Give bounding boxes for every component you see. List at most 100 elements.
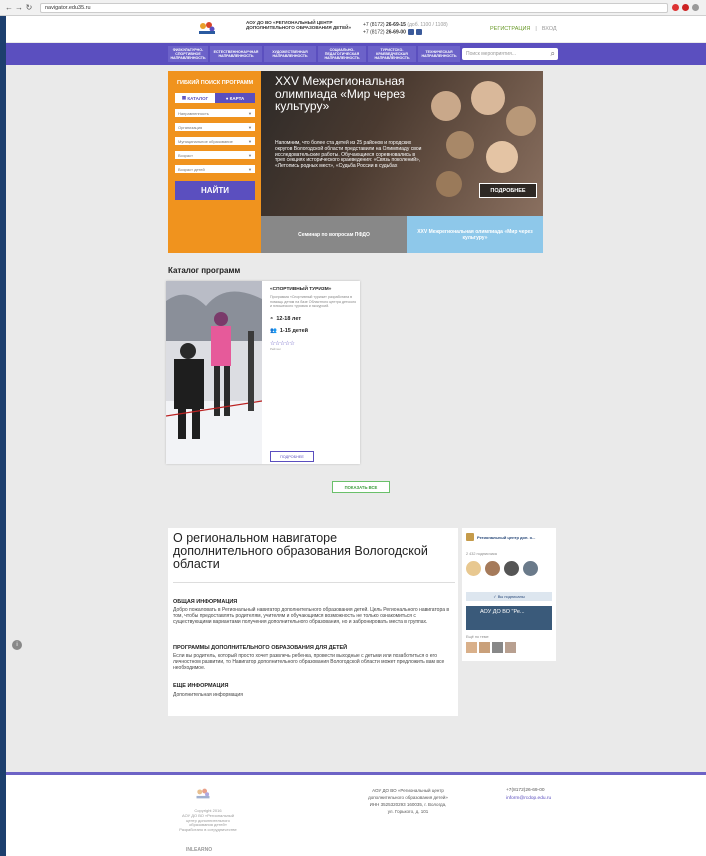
extensions: [672, 4, 699, 11]
footer-phone: +7(8172)26-69-00: [506, 788, 545, 793]
chevron-down-icon: ▼: [248, 110, 252, 116]
section-heading: ОБЩАЯ ИНФОРМАЦИЯ: [173, 599, 238, 605]
select-direction[interactable]: Направленность ▼: [175, 109, 255, 117]
browser-toolbar: ← → ↻ navigator.edu35.ru: [0, 0, 706, 16]
select-label: Организация: [178, 124, 203, 130]
copyright-org: АОУ ДО ВО «Региональный центр дополнител…: [182, 812, 234, 828]
about-title: О региональном навигаторе дополнительног…: [173, 531, 428, 571]
divider: [173, 582, 455, 583]
photo-person: [471, 81, 505, 115]
find-button[interactable]: НАЙТИ: [175, 181, 255, 200]
filter-panel: ГИБКИЙ ПОИСК ПРОГРАММ ▦ КАТАЛОГ ● КАРТА …: [168, 71, 262, 253]
avatar[interactable]: [466, 561, 481, 576]
select-municipality[interactable]: Муниципальное образование ▼: [175, 137, 255, 145]
banner-more-button[interactable]: ПОДРОБНЕЕ: [479, 183, 537, 198]
photo-person: [486, 141, 518, 173]
menu-item-social[interactable]: СОЦИАЛЬНО-ПЕДАГОГИЧЕСКАЯ НАПРАВЛЕННОСТЬ: [318, 46, 366, 62]
banner-tab-olympiad[interactable]: XXV Межрегиональная олимпиада «Мир через…: [407, 216, 543, 253]
avatar[interactable]: [504, 561, 519, 576]
program-card[interactable]: «СПОРТИВНЫЙ ТУРИЗМ» Программа «Спортивны…: [166, 281, 360, 464]
photo-person: [431, 91, 461, 121]
footer-email[interactable]: inform@rcdop.edu.ru: [506, 795, 551, 803]
thumb[interactable]: [505, 642, 516, 653]
menu-item-tourism[interactable]: ТУРИСТСКО-КРАЕВЕДЧЕСКАЯ НАПРАВЛЕННОСТЬ: [368, 46, 416, 62]
search-placeholder: Поиск мероприятия...: [466, 51, 516, 57]
developer-logo[interactable]: INLEARNO: [186, 847, 212, 853]
thumb[interactable]: [479, 642, 490, 653]
avatar[interactable]: [523, 561, 538, 576]
facebook-icon[interactable]: [415, 29, 422, 35]
program-photo: [166, 281, 262, 464]
page: АОУ ДО ВО «РЕГИОНАЛЬНЫЙ ЦЕНТР ДОПОЛНИТЕЛ…: [6, 16, 706, 856]
widget-subscribers: 2 432 подписчика: [466, 552, 497, 556]
chevron-down-icon: ▼: [248, 124, 252, 130]
section-text: Добро пожаловать в Региональный навигато…: [173, 607, 450, 625]
site-logo[interactable]: [196, 20, 218, 36]
info-icon[interactable]: i: [12, 640, 22, 650]
select-age[interactable]: Возраст ▼: [175, 151, 255, 159]
section-heading: ПРОГРАММЫ ДОПОЛНИТЕЛЬНОГО ОБРАЗОВАНИЯ ДЛ…: [173, 645, 348, 651]
rating-label: Рейтинг: [270, 346, 282, 351]
thumb[interactable]: [466, 642, 477, 653]
banner-text: Напомним, что более ста детей из 25 райо…: [275, 140, 422, 170]
menu-item-technical[interactable]: ТЕХНИЧЕСКАЯ НАПРАВЛЕННОСТЬ: [418, 46, 460, 62]
extension-icon[interactable]: [672, 4, 679, 11]
widget-header[interactable]: Региональный центр доп. о...: [466, 533, 535, 541]
select-label: Муниципальное образование: [178, 138, 233, 144]
forward-icon[interactable]: →: [14, 3, 24, 13]
rating-stars[interactable]: ☆☆☆☆☆: [270, 340, 358, 347]
search-input[interactable]: Поиск мероприятия... ⌕: [462, 48, 558, 60]
thumb[interactable]: [492, 642, 503, 653]
catalog-heading: Каталог программ: [168, 266, 241, 275]
back-icon[interactable]: ←: [4, 3, 14, 13]
menu-item-art[interactable]: ХУДОЖЕСТВЕННАЯ НАПРАВЛЕННОСТЬ: [264, 46, 316, 62]
banner-tab-seminar[interactable]: Семинар по вопросам ПФДО: [261, 216, 407, 253]
url-text: navigator.edu35.ru: [45, 4, 91, 11]
reload-icon[interactable]: ↻: [24, 3, 34, 13]
menu-icon[interactable]: [692, 4, 699, 11]
select-label: Возраст детей: [178, 166, 205, 172]
subscribe-button[interactable]: ✓ Вы подписаны: [466, 592, 552, 601]
about-section: О региональном навигаторе дополнительног…: [168, 528, 458, 716]
photo-person: [446, 131, 474, 159]
extension-icon[interactable]: [682, 4, 689, 11]
footer-contacts: +7(8172)26-69-00 inform@rcdop.edu.ru: [506, 787, 551, 803]
banner-title: XXV Межрегиональная олимпиада «Мир через…: [275, 74, 406, 113]
avatar[interactable]: [485, 561, 500, 576]
tab-catalog-label: КАТАЛОГ: [187, 95, 209, 101]
section-heading: ЕЩЕ ИНФОРМАЦИЯ: [173, 683, 229, 689]
menu-item-sport[interactable]: ФИЗКУЛЬТУРНО-СПОРТИВНОЕ НАПРАВЛЕННОСТЬ: [168, 46, 208, 62]
select-kids-age[interactable]: Возраст детей ▼: [175, 165, 255, 173]
post-title: АОУ ДО ВО "Ре...: [480, 609, 525, 615]
widget-name: Региональный центр доп. о...: [477, 534, 536, 540]
show-all-button[interactable]: ПОКАЗАТЬ ВСЕ: [332, 481, 390, 493]
address-bar[interactable]: navigator.edu35.ru: [40, 2, 668, 13]
menu-item-science[interactable]: ЕСТЕСТВЕННОНАУЧНАЯ НАПРАВЛЕННОСТЬ: [210, 46, 262, 62]
vk-icon[interactable]: [407, 29, 414, 35]
news-banner[interactable]: XXV Межрегиональная олимпиада «Мир через…: [261, 71, 543, 216]
search-icon[interactable]: ⌕: [551, 49, 555, 59]
tab-map[interactable]: ● КАРТА: [215, 93, 255, 103]
card-title[interactable]: «СПОРТИВНЫЙ ТУРИЗМ»: [270, 287, 358, 292]
phone-ext: (доб. 1100 / 1108): [407, 22, 448, 28]
footer-logo: [196, 788, 210, 799]
card-description: Программа «Спортивный туризм» разработан…: [270, 295, 357, 309]
select-organization[interactable]: Организация ▼: [175, 123, 255, 131]
chevron-down-icon: ▼: [248, 152, 252, 158]
card-more-button[interactable]: ПОДРОБНЕЕ: [270, 451, 314, 462]
widget-more-label: Ещё по теме: [466, 635, 489, 639]
site-footer: Copyright 2016 АОУ ДО ВО «Региональный ц…: [6, 775, 706, 856]
section-text: Если вы родитель, который просто хочет р…: [173, 653, 445, 671]
register-link[interactable]: РЕГИСТРАЦИЯ: [490, 26, 530, 32]
widget-thumbs: [466, 642, 516, 653]
section-text: Дополнительная информация: [173, 692, 243, 698]
card-kids: 👥 1-15 детей: [270, 328, 358, 334]
widget-post[interactable]: АОУ ДО ВО "Ре...: [466, 606, 552, 630]
auth-links: РЕГИСТРАЦИЯ | ВХОД: [490, 26, 557, 32]
login-link[interactable]: ВХОД: [542, 26, 557, 32]
age-value: 12-18 лет: [276, 315, 302, 322]
chevron-down-icon: ▼: [248, 138, 252, 144]
phone-1: 26-69-15: [385, 22, 406, 28]
tab-catalog[interactable]: ▦ КАТАЛОГ: [175, 93, 215, 103]
subscriber-avatars: [466, 561, 538, 576]
